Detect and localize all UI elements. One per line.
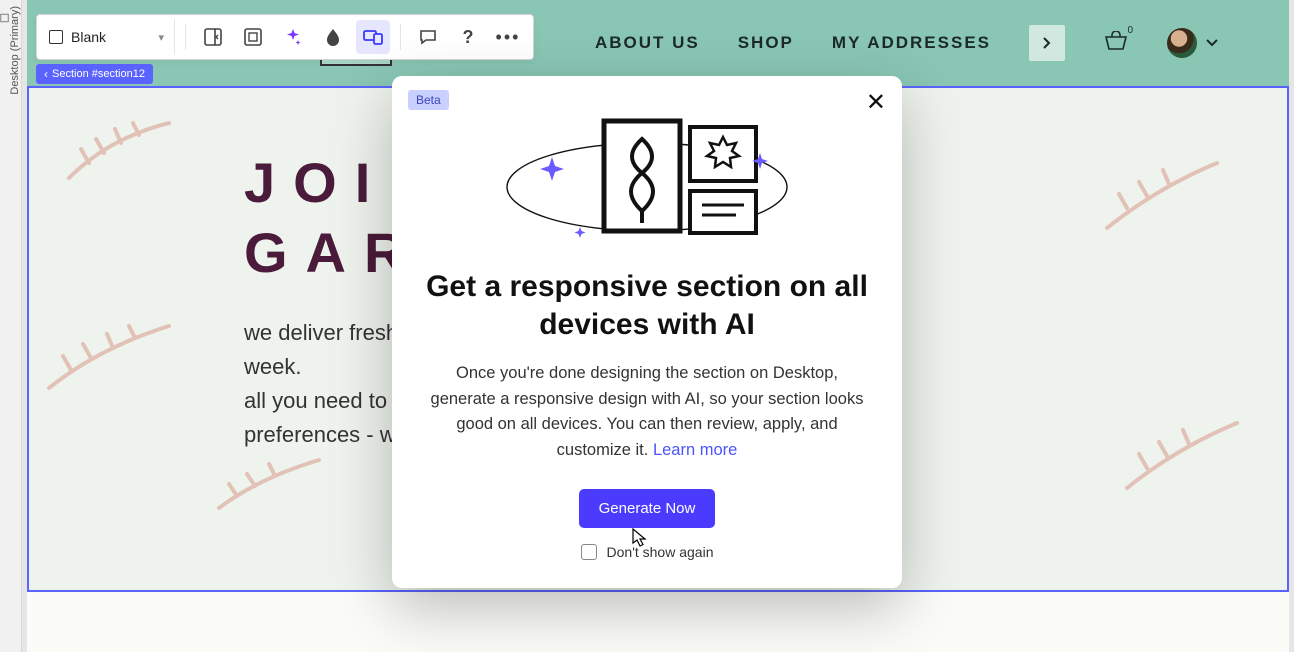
modal-title: Get a responsive section on all devices … [426,268,868,343]
modal-illustration [426,104,868,264]
modal-description: Once you're done designing the section o… [426,361,868,463]
generate-now-button[interactable]: Generate Now [579,489,716,528]
modal-overlay: Beta ✕ Get a [0,0,1294,652]
dont-show-checkbox[interactable] [581,544,597,560]
learn-more-link[interactable]: Learn more [653,441,737,459]
beta-badge: Beta [408,90,449,110]
close-button[interactable]: ✕ [866,88,886,117]
dont-show-label: Don't show again [607,544,714,560]
ai-responsive-modal: Beta ✕ Get a [392,76,902,588]
close-icon: ✕ [866,89,886,116]
